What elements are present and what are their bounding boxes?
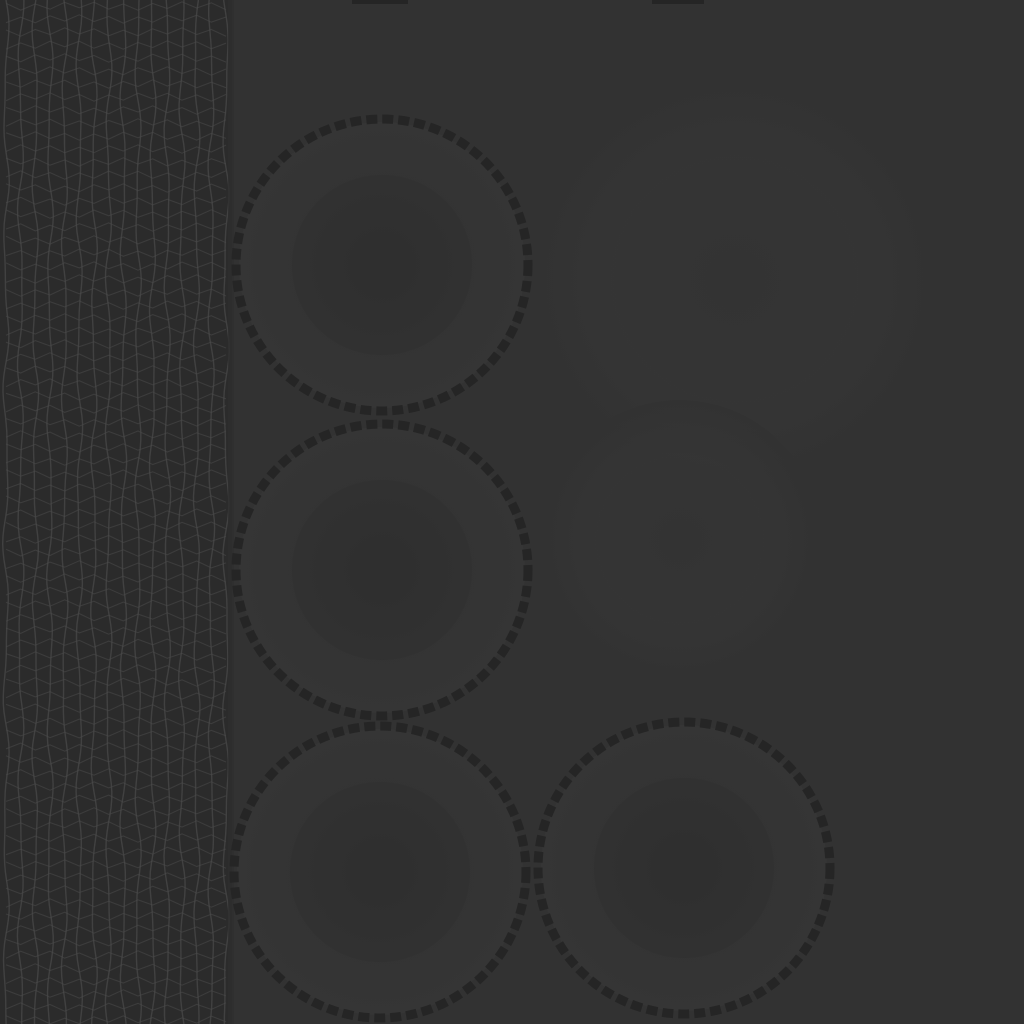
ring-inner-shadow bbox=[290, 782, 470, 962]
strip-edge bbox=[228, 0, 234, 1024]
ring-inner-shadow bbox=[594, 778, 774, 958]
ring-inner-shadow bbox=[292, 175, 472, 355]
texture-svg bbox=[0, 0, 1024, 1024]
top-tick-right bbox=[652, 0, 704, 4]
ghost-middle-right bbox=[540, 400, 820, 680]
top-tick-left bbox=[352, 0, 408, 4]
texture-canvas bbox=[0, 0, 1024, 1024]
left-woven-strip bbox=[0, 0, 234, 1024]
ring-inner-shadow bbox=[292, 480, 472, 660]
